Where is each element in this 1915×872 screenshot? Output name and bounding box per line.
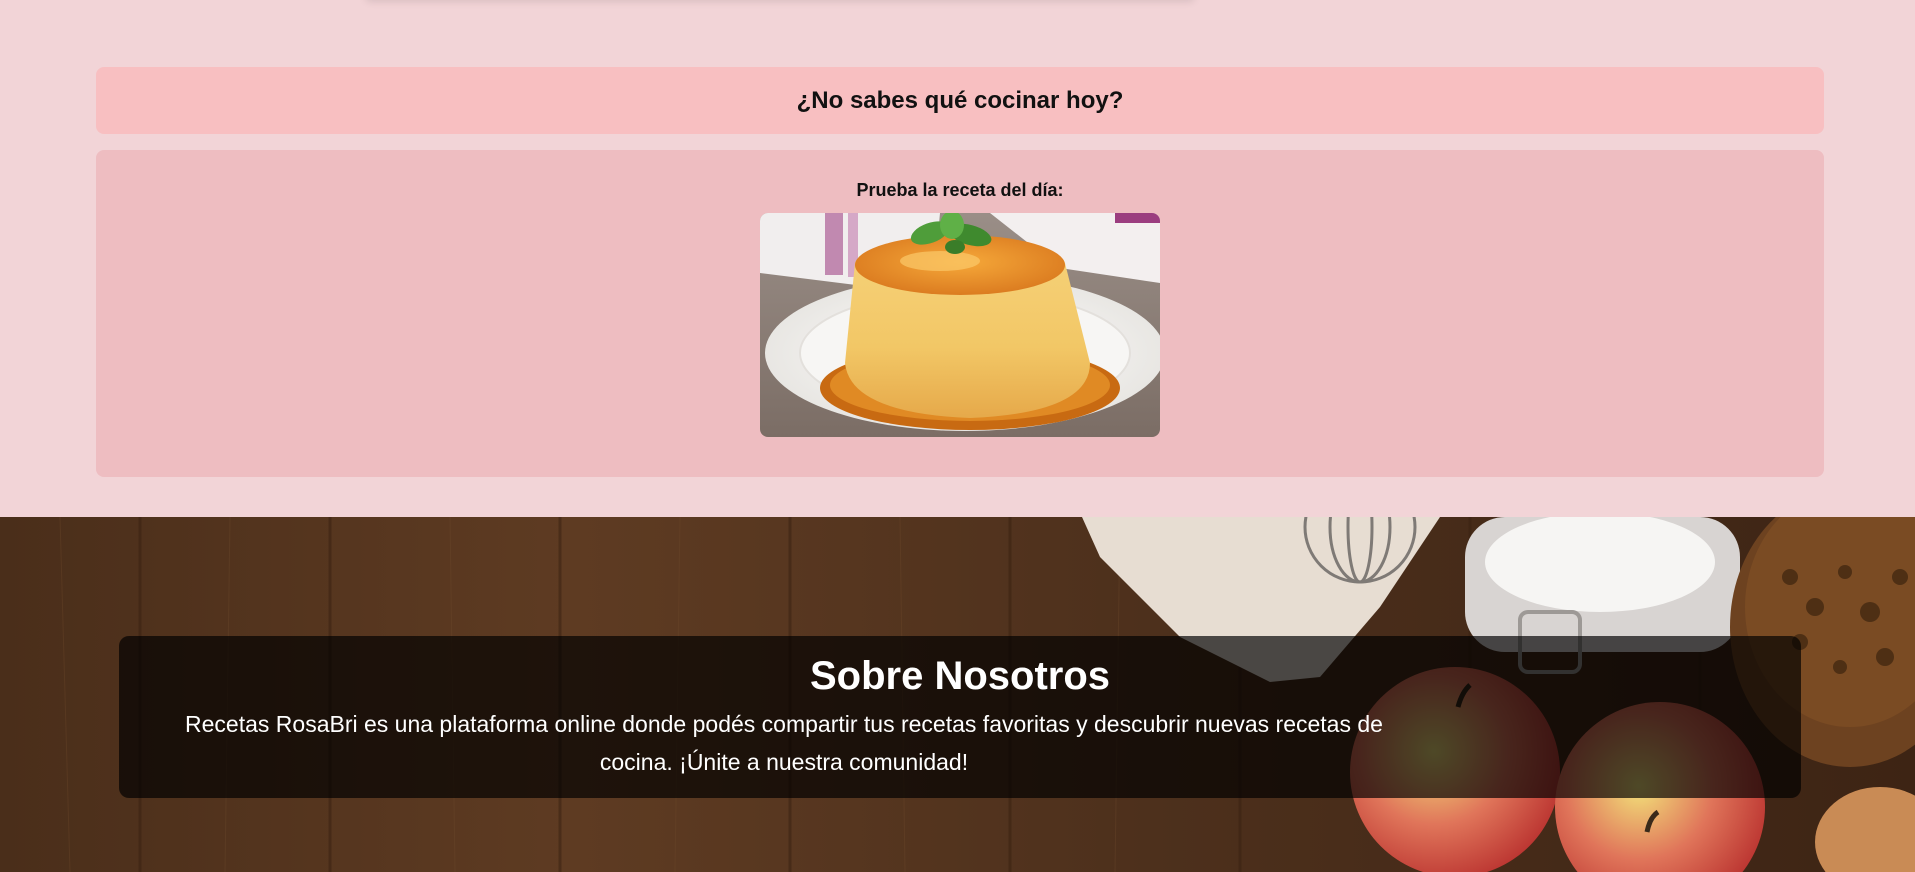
about-description: Recetas RosaBri es una plataforma online…	[185, 711, 1383, 775]
flan-dessert-photo-icon	[760, 213, 1160, 437]
about-overlay: Sobre Nosotros Recetas RosaBri es una pl…	[119, 636, 1801, 798]
page: ¿No sabes qué cocinar hoy? Prueba la rec…	[0, 0, 1915, 872]
about-section: Sobre Nosotros Recetas RosaBri es una pl…	[0, 517, 1915, 872]
about-title: Sobre Nosotros	[809, 654, 1111, 698]
daily-recipe-image[interactable]	[760, 213, 1160, 437]
banner-title: ¿No sabes qué cocinar hoy?	[796, 86, 1124, 114]
daily-recipe-section: Prueba la receta del día:	[96, 150, 1824, 477]
question-banner: ¿No sabes qué cocinar hoy?	[96, 67, 1824, 134]
daily-recipe-label: Prueba la receta del día:	[856, 180, 1064, 200]
